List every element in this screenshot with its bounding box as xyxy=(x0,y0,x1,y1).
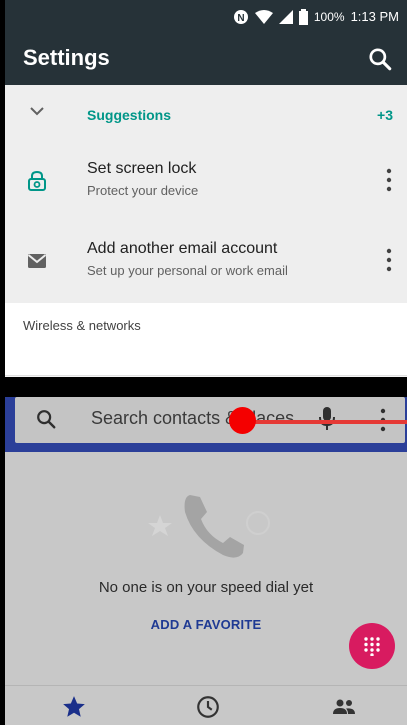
suggestion-subtitle: Protect your device xyxy=(87,183,199,198)
more-vert-icon[interactable] xyxy=(385,167,393,193)
suggestion-title: Add another email account xyxy=(87,240,278,257)
section-header-wireless: Wireless & networks xyxy=(23,318,141,333)
settings-app-bar: Settings xyxy=(5,33,407,85)
dialpad-icon xyxy=(364,637,380,656)
suggestions-count: +3 xyxy=(377,107,393,123)
divider-drag-line xyxy=(243,420,407,424)
clock: 1:13 PM xyxy=(350,9,399,24)
dialpad-button[interactable] xyxy=(349,623,395,669)
speed-dial-illustration xyxy=(148,495,270,558)
page-title: Settings xyxy=(23,45,110,70)
star-icon[interactable] xyxy=(61,694,87,720)
bottom-navigation xyxy=(5,685,407,725)
suggestion-title: Set screen lock xyxy=(87,160,197,177)
phone-app: Search contacts & places No one is on yo… xyxy=(5,397,407,725)
search-icon xyxy=(37,410,56,429)
nfc-icon: N xyxy=(233,9,248,24)
empty-state-text: No one is on your speed dial yet xyxy=(98,579,314,596)
clock-icon[interactable] xyxy=(195,694,221,720)
suggestion-subtitle: Set up your personal or work email xyxy=(87,263,288,278)
wifi-icon xyxy=(254,9,273,24)
suggestions-header[interactable]: Suggestions +3 xyxy=(5,85,407,145)
gmail-icon xyxy=(27,254,47,268)
suggestion-add-email[interactable]: Add another email account Set up your pe… xyxy=(5,225,407,305)
suggestions-label: Suggestions xyxy=(87,107,172,123)
divider-drag-handle[interactable] xyxy=(229,407,256,434)
signal-icon xyxy=(278,9,293,24)
search-input[interactable]: Search contacts & places xyxy=(91,408,294,429)
split-divider[interactable] xyxy=(5,377,407,397)
battery-percent: 100% xyxy=(313,9,345,24)
lock-icon xyxy=(28,170,46,191)
search-icon[interactable] xyxy=(367,46,393,72)
suggestion-screen-lock[interactable]: Set screen lock Protect your device xyxy=(5,145,407,225)
battery-icon xyxy=(298,8,308,25)
more-vert-icon[interactable] xyxy=(385,247,393,273)
svg-text:N: N xyxy=(237,13,244,24)
settings-content: Suggestions +3 Set screen lock Protect y… xyxy=(5,85,407,387)
status-bar: N 100% 1:13 PM xyxy=(5,0,407,33)
add-favorite-link[interactable]: ADD A FAVORITE xyxy=(5,617,407,632)
people-icon[interactable] xyxy=(331,694,357,720)
suggestions-panel: Suggestions +3 Set screen lock Protect y… xyxy=(5,85,407,303)
chevron-down-icon[interactable] xyxy=(29,105,45,117)
microphone-icon[interactable] xyxy=(317,405,337,433)
